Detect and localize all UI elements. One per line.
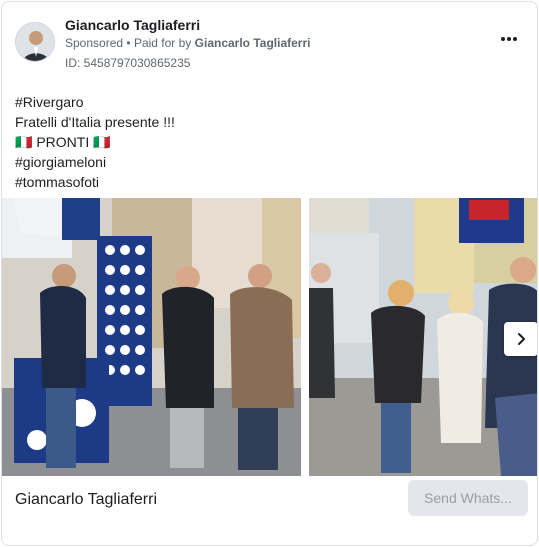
- separator-dot: •: [126, 36, 131, 50]
- ad-id: ID: 5458797030865235: [65, 56, 191, 70]
- paid-for-prefix: Paid for by: [133, 36, 192, 50]
- paid-for-name: Giancarlo Tagliaferri: [194, 36, 311, 50]
- advertiser-name[interactable]: Giancarlo Tagliaferri: [65, 17, 200, 33]
- image-carousel[interactable]: [2, 198, 537, 476]
- more-dot-icon: [513, 37, 517, 41]
- avatar-image: [16, 23, 54, 61]
- body-line-hashtag-rivergaro: #Rivergaro: [15, 94, 84, 110]
- footer-title: Giancarlo Tagliaferri: [15, 491, 157, 508]
- more-dot-icon: [501, 37, 505, 41]
- photo-volunteers-stand: [2, 198, 301, 476]
- chevron-right-icon: [518, 333, 525, 345]
- body-line-party: Fratelli d'Italia presente !!!: [15, 114, 175, 130]
- body-line-pronti: 🇮🇹 PRONTI 🇮🇹: [15, 134, 111, 150]
- carousel-next-button[interactable]: [504, 322, 537, 356]
- more-options-button[interactable]: [497, 30, 521, 48]
- carousel-image-1[interactable]: [2, 198, 301, 476]
- body-line-hashtag-tommasofoti: #tommasofoti: [15, 174, 100, 190]
- ad-body-text: #Rivergaro Fratelli d'Italia presente !!…: [15, 92, 515, 192]
- sponsored-label: Sponsored: [65, 36, 124, 50]
- advertiser-avatar[interactable]: [15, 22, 55, 62]
- ad-card: Giancarlo Tagliaferri Sponsored • Paid f…: [1, 1, 538, 546]
- more-dot-icon: [507, 37, 511, 41]
- body-line-hashtag-giorgiameloni: #giorgiameloni: [15, 154, 107, 170]
- send-whatsapp-button[interactable]: Send Whats...: [408, 480, 528, 516]
- sponsored-line: Sponsored • Paid for by Giancarlo Taglia…: [65, 36, 310, 50]
